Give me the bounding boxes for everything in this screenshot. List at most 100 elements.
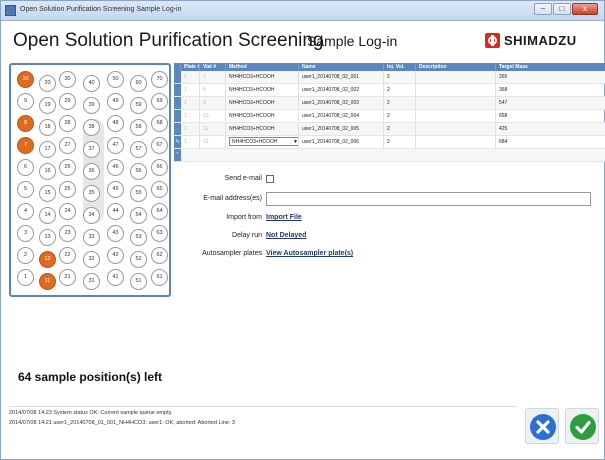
cell-name[interactable]: user1_20140708_02_006 [299,136,384,148]
plate-well[interactable]: 66 [151,159,168,176]
table-row[interactable]: 1 9 NH4HCO3+HCOOH user1_20140708_02_003 2 547 [174,97,605,110]
cell-target-mass[interactable]: 368 [496,84,605,96]
plate-well[interactable]: 68 [151,115,168,132]
email-field[interactable] [266,192,591,206]
cell-vial[interactable]: 7 [200,71,226,83]
plate-well[interactable]: 11 [39,273,56,290]
plate-well[interactable]: 44 [107,203,124,220]
plate-well[interactable]: 70 [151,71,168,88]
plate-well[interactable]: 40 [83,75,100,92]
maximize-button[interactable]: □ [553,3,571,15]
plate-well[interactable]: 61 [151,269,168,286]
plate-well[interactable]: 32 [83,251,100,268]
plate-well[interactable]: 29 [59,93,76,110]
cell-vial[interactable]: 9 [200,97,226,109]
plate-well[interactable]: 23 [59,225,76,242]
cell-description[interactable] [416,71,496,83]
plate-well[interactable]: 50 [107,71,124,88]
table-row[interactable]: 1 8 NH4HCO3+HCOOH user1_20140708_02_002 2 368 [174,84,605,97]
plate-well[interactable]: 45 [107,181,124,198]
cell-plate[interactable]: 1 [181,71,200,83]
plate-well[interactable]: 26 [59,159,76,176]
plate-well[interactable]: 35 [83,185,100,202]
col-description-header[interactable]: Description [416,63,496,71]
plate-well[interactable]: 16 [39,163,56,180]
plate-well[interactable]: 51 [130,273,147,290]
plate-well[interactable]: 64 [151,203,168,220]
cell-injvol[interactable]: 2 [384,110,416,122]
cell-vial[interactable]: 8 [200,84,226,96]
plate-well[interactable]: 57 [130,141,147,158]
plate-well[interactable]: 4 [17,203,34,220]
import-file-link[interactable]: Import File [266,214,302,221]
plate-well[interactable]: 24 [59,203,76,220]
table-row[interactable]: 1 7 NH4HCO3+HCOOH user1_20140708_02_001 2 265 [174,71,605,84]
cell-vial[interactable]: 10 [200,110,226,122]
col-target-mass-header[interactable]: Target Mass [496,63,605,71]
plate-well[interactable]: 31 [83,273,100,290]
cell-plate[interactable]: 1 [181,136,200,148]
cell-target-mass[interactable]: 684 [496,136,605,148]
plate-well[interactable]: 1 [17,269,34,286]
method-dropdown[interactable]: NH4HCO3+HCOOH ▼ [229,137,298,147]
plate-well[interactable]: 53 [130,229,147,246]
cell-description[interactable] [416,97,496,109]
col-injvol-header[interactable]: Inj. Vol. [384,63,416,71]
plate-well[interactable]: 69 [151,93,168,110]
plate-well[interactable]: 60 [130,75,147,92]
cell-method[interactable]: NH4HCO3+HCOOH ▼ [226,136,299,148]
plate-well[interactable]: 8 [17,115,34,132]
plate-well[interactable]: 56 [130,163,147,180]
plate-well[interactable]: 34 [83,207,100,224]
plate-well[interactable]: 20 [39,75,56,92]
cell-method[interactable]: NH4HCO3+HCOOH [226,97,299,109]
table-row[interactable]: 1 11 NH4HCO3+HCOOH user1_20140708_02_005 2 42… [174,123,605,136]
cell-target-mass[interactable]: 425 [496,123,605,135]
plate-well[interactable]: 38 [83,119,100,136]
cell-method[interactable]: NH4HCO3+HCOOH [226,71,299,83]
plate-well[interactable]: 21 [59,269,76,286]
plate-well[interactable]: 37 [83,141,100,158]
plate-well[interactable]: 49 [107,93,124,110]
col-name-header[interactable]: Name [299,63,384,71]
cell-plate[interactable]: 1 [181,84,200,96]
cell-target-mass[interactable]: 265 [496,71,605,83]
cell-description[interactable] [416,136,496,148]
plate-well[interactable]: 19 [39,97,56,114]
cell-name[interactable]: user1_20140708_02_002 [299,84,384,96]
col-method-header[interactable]: Method [226,63,299,71]
plate-well[interactable]: 27 [59,137,76,154]
plate-well[interactable]: 58 [130,119,147,136]
plate-well[interactable]: 12 [39,251,56,268]
col-vial-header[interactable]: Vial # [200,63,226,71]
cell-plate[interactable]: 1 [181,123,200,135]
plate-well[interactable]: 41 [107,269,124,286]
plate-well[interactable]: 33 [83,229,100,246]
cell-vial[interactable]: 12 [200,136,226,148]
plate-well[interactable]: 10 [17,71,34,88]
cancel-button[interactable] [525,408,559,444]
plate-well[interactable]: 42 [107,247,124,264]
cell-target-mass[interactable]: 547 [496,97,605,109]
cell-name[interactable]: user1_20140708_02_005 [299,123,384,135]
plate-well[interactable]: 2 [17,247,34,264]
cell-name[interactable]: user1_20140708_02_003 [299,97,384,109]
plate-well[interactable]: 9 [17,93,34,110]
table-row[interactable]: 1 10 NH4HCO3+HCOOH user1_20140708_02_004 2 65… [174,110,605,123]
plate-well[interactable]: 30 [59,71,76,88]
plate-well[interactable]: 6 [17,159,34,176]
cell-target-mass[interactable]: 658 [496,110,605,122]
minimize-button[interactable]: – [534,3,552,15]
plate-well[interactable]: 39 [83,97,100,114]
cell-injvol[interactable]: 2 [384,84,416,96]
new-row[interactable]: * [174,149,605,162]
plate-well[interactable]: 18 [39,119,56,136]
plate-well[interactable]: 54 [130,207,147,224]
cell-injvol[interactable]: 2 [384,123,416,135]
plate-well[interactable]: 14 [39,207,56,224]
cell-injvol[interactable]: 2 [384,136,416,148]
plate-well[interactable]: 65 [151,181,168,198]
cell-method[interactable]: NH4HCO3+HCOOH [226,123,299,135]
plate-well[interactable]: 15 [39,185,56,202]
cell-description[interactable] [416,123,496,135]
